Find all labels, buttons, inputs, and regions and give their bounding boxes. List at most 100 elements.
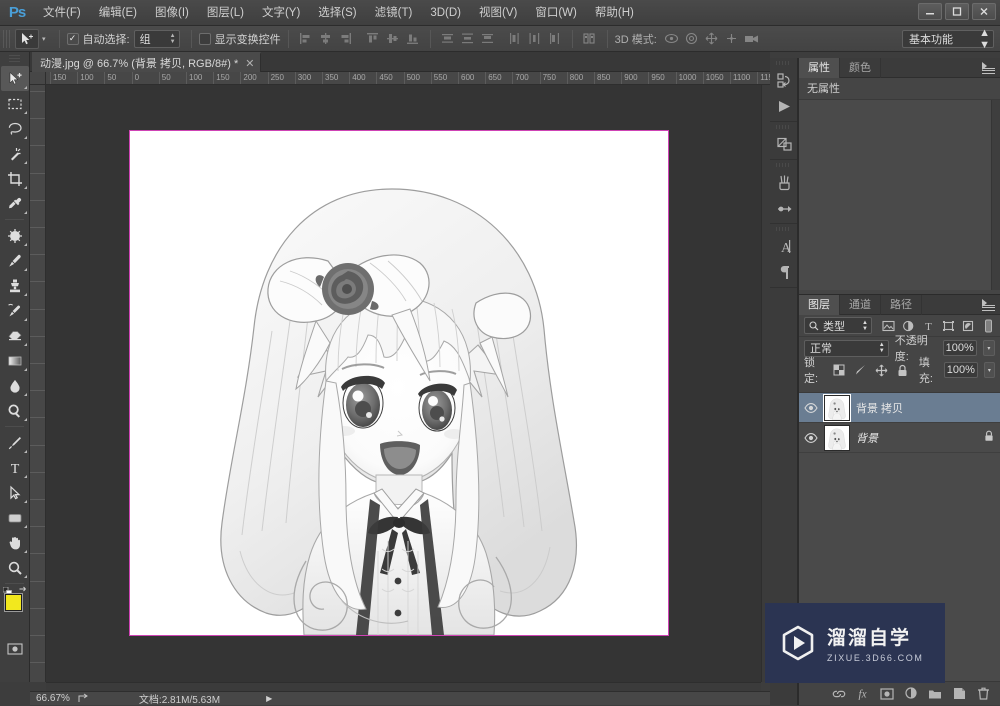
lock-position-icon[interactable] <box>875 363 888 377</box>
brush-tool[interactable] <box>1 248 29 273</box>
ruler-corner[interactable] <box>30 72 46 85</box>
menu-item-10[interactable]: 帮助(H) <box>586 0 643 26</box>
distribute-horizontal-centers-icon[interactable] <box>525 30 545 48</box>
shape-filter-icon[interactable] <box>942 319 955 333</box>
slide-3d-icon[interactable] <box>722 30 742 48</box>
close-icon[interactable]: ✕ <box>245 57 254 70</box>
type-tool[interactable]: T <box>1 455 29 480</box>
lasso-tool[interactable] <box>1 116 29 141</box>
close-button[interactable] <box>972 3 996 20</box>
menu-item-3[interactable]: 图层(L) <box>198 0 253 26</box>
eraser-tool[interactable] <box>1 323 29 348</box>
link-layers-icon[interactable] <box>832 687 846 701</box>
align-horizontal-centers-icon[interactable] <box>316 30 336 48</box>
distribute-left-edges-icon[interactable] <box>505 30 525 48</box>
distribute-bottom-edges-icon[interactable] <box>478 30 498 48</box>
workspace-dropdown[interactable]: 基本功能 ▲ ▼ <box>902 27 994 51</box>
tab-图层[interactable]: 图层 <box>799 295 840 315</box>
zoom-level[interactable]: 66.67% <box>36 693 70 704</box>
canvas-area[interactable] <box>46 85 761 682</box>
move-tool[interactable] <box>1 66 29 91</box>
tool-preset-caret[interactable]: ▾ <box>42 35 46 43</box>
maximize-button[interactable] <box>945 3 969 20</box>
document-tab[interactable]: 动漫.jpg @ 66.7% (背景 拷贝, RGB/8#) * ✕ <box>32 52 262 72</box>
dock-group-handle-2[interactable] <box>776 125 791 129</box>
fill-slider-caret[interactable]: ▾ <box>983 362 995 378</box>
rectangle-shape-tool[interactable] <box>1 505 29 530</box>
rectangular-marquee-tool[interactable] <box>1 91 29 116</box>
align-bottom-edges-icon[interactable] <box>403 30 423 48</box>
opacity-value-input[interactable]: 100% <box>942 340 977 356</box>
menu-item-6[interactable]: 滤镜(T) <box>366 0 422 26</box>
menu-item-0[interactable]: 文件(F) <box>34 0 90 26</box>
adjustments-icon[interactable] <box>770 131 798 157</box>
new-layer-icon[interactable] <box>952 687 966 701</box>
filter-toggle-icon[interactable] <box>982 319 995 333</box>
move-tool-icon[interactable] <box>15 28 39 49</box>
clone-stamp-tool[interactable] <box>1 273 29 298</box>
align-top-edges-icon[interactable] <box>363 30 383 48</box>
image-canvas[interactable] <box>129 130 669 636</box>
brush-settings-icon[interactable] <box>770 195 798 221</box>
hand-tool[interactable] <box>1 530 29 555</box>
auto-select-checkbox[interactable]: ✓ <box>66 32 79 45</box>
show-transform-checkbox[interactable] <box>198 32 211 45</box>
layer-thumbnail[interactable] <box>824 394 850 421</box>
lock-transparent-pixels-icon[interactable] <box>833 363 846 377</box>
path-selection-tool[interactable] <box>1 480 29 505</box>
adjustment-filter-icon[interactable] <box>902 319 915 333</box>
history-icon[interactable] <box>770 67 798 93</box>
layer-filter-type-dropdown[interactable]: 类型 ▲ ▼ <box>804 317 872 334</box>
roll-3d-icon[interactable] <box>682 30 702 48</box>
pen-tool[interactable] <box>1 430 29 455</box>
align-vertical-centers-icon[interactable] <box>383 30 403 48</box>
status-expand-arrow[interactable]: ▶ <box>266 694 272 703</box>
brush-preset-icon[interactable] <box>770 169 798 195</box>
properties-panel-menu-icon[interactable] <box>982 62 995 74</box>
zoom-tool[interactable] <box>1 555 29 580</box>
fill-value-input[interactable]: 100% <box>943 362 978 378</box>
lock-all-icon[interactable] <box>896 363 909 377</box>
minimize-button[interactable] <box>918 3 942 20</box>
auto-select-scope-dropdown[interactable]: 组 ▲ ▼ <box>133 29 180 48</box>
foreground-color-swatch[interactable] <box>5 594 22 611</box>
menu-item-1[interactable]: 编辑(E) <box>90 0 146 26</box>
new-adjustment-layer-icon[interactable] <box>904 687 918 701</box>
pan-3d-icon[interactable] <box>702 30 722 48</box>
character-icon[interactable]: A <box>770 233 798 259</box>
layers-panel-menu-icon[interactable] <box>982 299 995 311</box>
menu-item-8[interactable]: 视图(V) <box>470 0 526 26</box>
menu-item-7[interactable]: 3D(D) <box>421 0 470 26</box>
add-layer-mask-icon[interactable] <box>880 687 894 701</box>
canvas-vertical-scrollbar[interactable] <box>761 85 770 682</box>
paragraph-icon[interactable] <box>770 259 798 285</box>
layer-row[interactable]: 背景 拷贝 <box>799 393 1000 423</box>
tools-panel-grip[interactable] <box>9 55 20 63</box>
tab-颜色[interactable]: 颜色 <box>840 58 881 78</box>
layer-style-fx-icon[interactable]: fx <box>856 687 870 701</box>
opacity-slider-caret[interactable]: ▾ <box>982 340 995 356</box>
smart-object-filter-icon[interactable] <box>962 319 975 333</box>
quick-mask-mode-button[interactable] <box>1 636 29 661</box>
distribute-right-edges-icon[interactable] <box>545 30 565 48</box>
menu-item-5[interactable]: 选择(S) <box>309 0 365 26</box>
eyedropper-tool[interactable] <box>1 191 29 216</box>
rotate-3d-icon[interactable] <box>662 30 682 48</box>
align-right-edges-icon[interactable] <box>336 30 356 48</box>
layer-visibility-eye-icon[interactable] <box>803 432 818 443</box>
magic-wand-tool[interactable] <box>1 141 29 166</box>
tab-属性[interactable]: 属性 <box>799 58 840 78</box>
pixel-filter-icon[interactable] <box>882 319 895 333</box>
delete-layer-icon[interactable] <box>976 687 990 701</box>
menu-item-2[interactable]: 图像(I) <box>146 0 198 26</box>
gradient-tool[interactable] <box>1 348 29 373</box>
3d-camera-icon[interactable] <box>742 30 762 48</box>
distribute-top-edges-icon[interactable] <box>438 30 458 48</box>
share-icon[interactable] <box>78 693 89 705</box>
menu-item-9[interactable]: 窗口(W) <box>526 0 586 26</box>
spot-healing-brush-tool[interactable] <box>1 223 29 248</box>
actions-play-icon[interactable] <box>770 93 798 119</box>
history-brush-tool[interactable] <box>1 298 29 323</box>
blur-tool[interactable] <box>1 373 29 398</box>
vertical-ruler[interactable] <box>30 85 46 682</box>
